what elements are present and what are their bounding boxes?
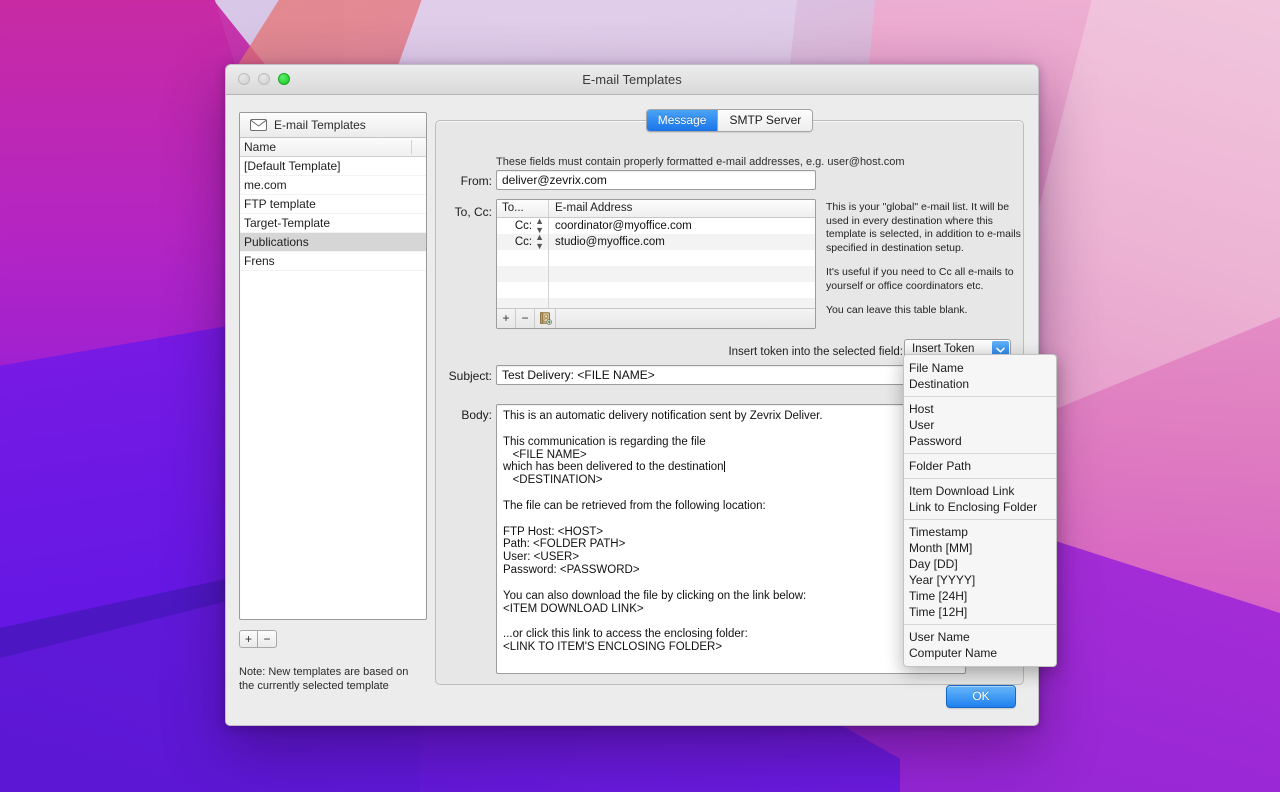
menu-item-timestamp[interactable]: Timestamp — [904, 524, 1056, 540]
column-header-email-address: E-mail Address — [555, 202, 633, 214]
body-text-before-caret: This is an automatic delivery notificati… — [503, 410, 823, 474]
column-header-to: To... — [497, 200, 549, 217]
list-item[interactable]: Target-Template — [240, 214, 426, 233]
table-row-empty[interactable] — [497, 266, 815, 282]
menu-item-day[interactable]: Day [DD] — [904, 556, 1056, 572]
tab-message[interactable]: Message — [646, 110, 719, 131]
address-book-button[interactable] — [535, 309, 556, 328]
menu-separator — [904, 396, 1056, 397]
menu-separator — [904, 519, 1056, 520]
menu-item-time-12h[interactable]: Time [12H] — [904, 604, 1056, 620]
recipient-type-value: Cc: — [514, 236, 533, 248]
recipient-type-value: Cc: — [514, 220, 533, 232]
recipients-help-text: This is your "global" e-mail list. It wi… — [826, 201, 1026, 329]
tab-smtp-server[interactable]: SMTP Server — [718, 110, 813, 131]
tocc-label: To, Cc: — [454, 205, 492, 219]
table-row-empty[interactable] — [497, 282, 815, 298]
remove-template-button[interactable]: − — [258, 630, 277, 648]
list-item[interactable]: [Default Template] — [240, 157, 426, 176]
menu-item-computer-name[interactable]: Computer Name — [904, 645, 1056, 661]
window-title: E-mail Templates — [582, 72, 682, 87]
tab-strip: Message SMTP Server — [435, 109, 1024, 132]
sidebar-note: Note: New templates are based on the cur… — [239, 666, 409, 692]
menu-item-host[interactable]: Host — [904, 401, 1056, 417]
recipient-address-cell[interactable]: studio@myoffice.com — [549, 234, 815, 250]
help-paragraph-1: This is your "global" e-mail list. It wi… — [826, 201, 1021, 254]
body-text-after-caret: <DESTINATION> The file can be retrieved … — [503, 474, 807, 654]
stepper-icon[interactable]: ▲ ▼ — [535, 233, 544, 251]
recipient-address-cell[interactable]: coordinator@myoffice.com — [549, 218, 815, 234]
menu-item-year[interactable]: Year [YYYY] — [904, 572, 1056, 588]
templates-list-header: E-mail Templates — [240, 113, 426, 138]
column-divider — [411, 140, 412, 154]
menu-item-item-download-link[interactable]: Item Download Link — [904, 483, 1056, 499]
subject-label: Subject: — [448, 369, 492, 383]
ok-button[interactable]: OK — [946, 685, 1016, 708]
menu-separator — [904, 624, 1056, 625]
table-row[interactable]: Cc: ▲ ▼ coordinator@myoffice.com — [497, 217, 815, 235]
menu-item-file-name[interactable]: File Name — [904, 360, 1056, 376]
desktop: E-mail Templates E-mail Templates Name [… — [0, 0, 1280, 792]
help-paragraph-3: You can leave this table blank. — [826, 304, 968, 316]
recipients-table[interactable]: To... E-mail Address Cc: ▲ ▼ coordinator@… — [496, 199, 816, 329]
recipients-table-header: To... E-mail Address — [497, 200, 815, 218]
templates-listbox: E-mail Templates Name [Default Template]… — [239, 112, 427, 620]
body-textarea[interactable]: This is an automatic delivery notificati… — [496, 404, 966, 674]
list-item[interactable]: FTP template — [240, 195, 426, 214]
menu-item-destination[interactable]: Destination — [904, 376, 1056, 392]
menu-item-month[interactable]: Month [MM] — [904, 540, 1056, 556]
table-row[interactable]: Cc: ▲ ▼ studio@myoffice.com — [497, 233, 815, 251]
remove-recipient-button[interactable]: − — [516, 309, 535, 328]
list-item[interactable]: Frens — [240, 252, 426, 271]
recipient-type-cell[interactable]: Cc: ▲ ▼ — [497, 233, 549, 251]
help-paragraph-2: It's useful if you need to Cc all e-mail… — [826, 266, 1014, 292]
table-row-empty[interactable] — [497, 250, 815, 266]
insert-token-menu[interactable]: File Name Destination Host User Password… — [903, 354, 1057, 667]
menu-item-time-24h[interactable]: Time [24H] — [904, 588, 1056, 604]
templates-column-header-label: Name — [244, 140, 277, 154]
text-caret — [723, 461, 725, 473]
list-item[interactable]: me.com — [240, 176, 426, 195]
menu-item-folder-path[interactable]: Folder Path — [904, 458, 1056, 474]
from-input[interactable]: deliver@zevrix.com — [496, 170, 816, 190]
menu-item-link-to-enclosing-folder[interactable]: Link to Enclosing Folder — [904, 499, 1056, 515]
address-book-icon — [539, 312, 552, 325]
subject-input[interactable]: Test Delivery: <FILE NAME> — [496, 365, 966, 385]
templates-list-header-label: E-mail Templates — [274, 118, 366, 132]
body-label: Body: — [461, 408, 492, 422]
add-recipient-button[interactable]: + — [497, 309, 516, 328]
templates-sidebar: E-mail Templates Name [Default Template]… — [239, 112, 429, 693]
menu-item-user-name[interactable]: User Name — [904, 629, 1056, 645]
menu-separator — [904, 453, 1056, 454]
menu-separator — [904, 478, 1056, 479]
menu-item-password[interactable]: Password — [904, 433, 1056, 449]
recipients-table-footer: + − — [497, 308, 815, 328]
add-template-button[interactable]: + — [239, 630, 258, 648]
templates-column-header[interactable]: Name — [240, 138, 426, 157]
window-titlebar[interactable]: E-mail Templates — [226, 65, 1038, 95]
list-item-selected[interactable]: Publications — [240, 233, 426, 252]
from-label: From: — [460, 174, 492, 188]
menu-item-user[interactable]: User — [904, 417, 1056, 433]
envelope-icon — [250, 119, 267, 131]
insert-token-label: Insert token into the selected field: — [728, 346, 903, 358]
template-add-remove-group: + − — [239, 630, 429, 648]
email-format-hint: These fields must contain properly forma… — [496, 156, 905, 168]
